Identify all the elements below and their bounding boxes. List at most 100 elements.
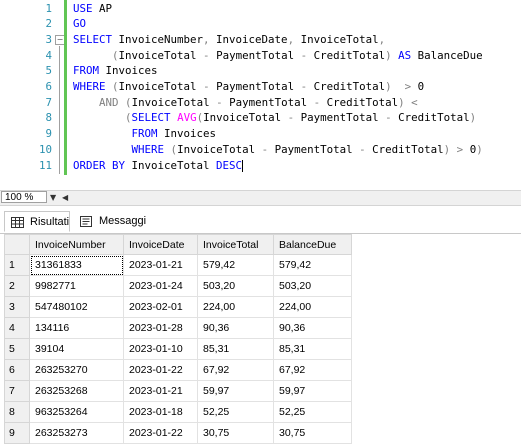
column-header[interactable]: InvoiceDate [123, 234, 198, 255]
table-cell[interactable]: 85,31 [197, 338, 274, 360]
table-cell[interactable]: 579,42 [197, 254, 274, 276]
table-cell[interactable]: 85,31 [273, 338, 352, 360]
table-cell[interactable]: 2023-01-22 [123, 359, 198, 381]
code-line[interactable]: 5 FROM Invoices [0, 63, 521, 79]
table-row[interactable]: 8 963253264 2023-01-18 52,25 52,25 [4, 401, 352, 423]
table-cell[interactable]: 31361833 [29, 254, 124, 276]
table-row[interactable]: 9 263253273 2023-01-22 30,75 30,75 [4, 422, 352, 444]
chevron-down-icon[interactable]: ▼ [50, 192, 56, 204]
table-row[interactable]: 2 9982771 2023-01-24 503,20 503,20 [4, 275, 352, 297]
scroll-left-icon[interactable]: ◀ [62, 192, 68, 204]
code-token: AVG [177, 111, 197, 125]
code-token: CreditTotal [365, 142, 444, 156]
row-number[interactable]: 6 [4, 359, 30, 381]
tab-messaggi-label: Messaggi [99, 215, 147, 227]
code-token: Invoices [99, 64, 158, 78]
code-token: USE [73, 1, 93, 15]
table-cell[interactable]: 263253273 [29, 422, 124, 444]
table-cell[interactable]: 30,75 [273, 422, 352, 444]
table-cell[interactable]: 224,00 [197, 296, 274, 318]
line-number: 10 [38, 142, 52, 156]
code-token: SELECT [131, 111, 171, 125]
grid-corner[interactable] [4, 234, 30, 255]
code-line[interactable]: 9 FROM Invoices [0, 126, 521, 142]
table-cell[interactable]: 9982771 [29, 275, 124, 297]
table-cell[interactable]: 2023-01-10 [123, 338, 198, 360]
table-cell[interactable]: 2023-01-24 [123, 275, 198, 297]
code-line[interactable]: 2 GO [0, 16, 521, 32]
table-cell[interactable]: 263253270 [29, 359, 124, 381]
table-row[interactable]: 5 39104 2023-01-10 85,31 85,31 [4, 338, 352, 360]
code-line[interactable]: 10 WHERE (InvoiceTotal - PaymentTotal - … [0, 142, 521, 158]
code-token: InvoiceTotal [294, 32, 379, 46]
column-header[interactable]: InvoiceNumber [29, 234, 124, 255]
line-number: 1 [45, 1, 52, 15]
tab-messaggi[interactable]: Messaggi [74, 211, 156, 232]
code-text: WHERE (InvoiceTotal - PaymentTotal - Cre… [73, 142, 483, 158]
code-token: WHERE [73, 80, 106, 93]
code-line[interactable]: 8 (SELECT AVG(InvoiceTotal - PaymentTota… [0, 110, 521, 126]
table-cell[interactable]: 59,97 [273, 380, 352, 402]
table-cell[interactable]: 503,20 [273, 275, 352, 297]
table-cell[interactable]: 547480102 [29, 296, 124, 318]
code-token: CreditTotal [307, 48, 386, 62]
table-row[interactable]: 6 263253270 2023-01-22 67,92 67,92 [4, 359, 352, 381]
code-text: WHERE (InvoiceTotal - PaymentTotal - Cre… [73, 79, 424, 95]
table-cell[interactable]: 59,97 [197, 380, 274, 402]
code-line[interactable]: 6 WHERE (InvoiceTotal - PaymentTotal - Cr… [0, 79, 521, 95]
table-row[interactable]: 3 547480102 2023-02-01 224,00 224,00 [4, 296, 352, 318]
results-grid[interactable]: InvoiceNumber InvoiceDate InvoiceTotal B… [0, 234, 521, 444]
row-number[interactable]: 9 [4, 422, 30, 444]
code-text: SELECT InvoiceNumber, InvoiceDate, Invoi… [73, 32, 385, 48]
line-number: 4 [45, 48, 52, 62]
code-token: AND [99, 95, 119, 109]
table-cell[interactable]: 503,20 [197, 275, 274, 297]
code-token: AP [92, 1, 113, 15]
table-cell[interactable]: 579,42 [273, 254, 352, 276]
row-number[interactable]: 8 [4, 401, 30, 423]
code-line[interactable]: 1 USE AP [0, 1, 521, 17]
table-cell[interactable]: 134116 [29, 317, 124, 339]
table-row[interactable]: 1 31361833 2023-01-21 579,42 579,42 [4, 254, 352, 276]
code-line[interactable]: 11 ORDER BY InvoiceTotal DESC [0, 158, 521, 174]
code-token: FROM [73, 64, 100, 78]
zoom-select[interactable]: 100 % [1, 191, 47, 203]
table-cell[interactable]: 2023-01-21 [123, 380, 198, 402]
table-cell[interactable]: 39104 [29, 338, 124, 360]
column-header[interactable]: BalanceDue [273, 234, 352, 255]
code-line[interactable]: 7 AND (InvoiceTotal - PaymentTotal - Cre… [0, 95, 521, 111]
code-token: InvoiceTotal [131, 95, 217, 109]
row-number[interactable]: 3 [4, 296, 30, 318]
table-cell[interactable]: 263253268 [29, 380, 124, 402]
messages-icon [80, 216, 92, 227]
table-cell[interactable]: 2023-01-18 [123, 401, 198, 423]
table-cell[interactable]: 2023-01-21 [123, 254, 198, 276]
table-cell[interactable]: 67,92 [197, 359, 274, 381]
table-cell[interactable]: 90,36 [273, 317, 352, 339]
tab-risultati[interactable]: Risultati [4, 211, 70, 232]
column-header[interactable]: InvoiceTotal [197, 234, 274, 255]
table-cell[interactable]: 90,36 [197, 317, 274, 339]
table-cell[interactable]: 963253264 [29, 401, 124, 423]
code-token: ) [476, 142, 483, 156]
code-token: PaymentTotal [209, 80, 301, 93]
table-cell[interactable]: 2023-02-01 [123, 296, 198, 318]
line-number: 9 [45, 127, 52, 141]
table-cell[interactable]: 52,25 [273, 401, 352, 423]
row-number[interactable]: 2 [4, 275, 30, 297]
table-cell[interactable]: 224,00 [273, 296, 352, 318]
row-number[interactable]: 5 [4, 338, 30, 360]
table-cell[interactable]: 52,25 [197, 401, 274, 423]
row-number[interactable]: 4 [4, 317, 30, 339]
code-line[interactable]: 4 (InvoiceTotal - PaymentTotal - CreditT… [0, 48, 521, 64]
table-cell[interactable]: 67,92 [273, 359, 352, 381]
sql-editor[interactable]: − 1 USE AP 2 GO 3 SELECT InvoiceNumber, Invoi… [0, 0, 521, 185]
row-number[interactable]: 7 [4, 380, 30, 402]
code-line[interactable]: 3 SELECT InvoiceNumber, InvoiceDate, Invo… [0, 32, 521, 48]
table-row[interactable]: 7 263253268 2023-01-21 59,97 59,97 [4, 380, 352, 402]
table-cell[interactable]: 2023-01-22 [123, 422, 198, 444]
table-cell[interactable]: 2023-01-28 [123, 317, 198, 339]
table-cell[interactable]: 30,75 [197, 422, 274, 444]
row-number[interactable]: 1 [4, 254, 30, 276]
table-row[interactable]: 4 134116 2023-01-28 90,36 90,36 [4, 317, 352, 339]
